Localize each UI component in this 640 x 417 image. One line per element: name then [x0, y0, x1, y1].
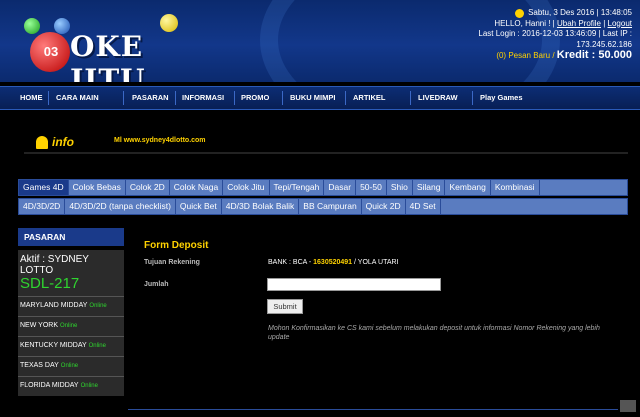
subtab-4d-3d-2d-no-checklist[interactable]: 4D/3D/2D (tanpa checklist) — [65, 199, 176, 214]
tab-silang[interactable]: Silang — [413, 180, 446, 195]
nav-cara-main[interactable]: CARA MAIN — [56, 87, 99, 109]
greeting: HELLO, Hanni ! — [494, 18, 551, 28]
logout-link[interactable]: Logout — [608, 19, 632, 28]
scroll-top-button[interactable] — [620, 400, 636, 412]
sidebar: PASARAN Aktif : SYDNEY LOTTO SDL-217 MAR… — [18, 228, 128, 417]
tab-colok-jitu[interactable]: Colok Jitu — [223, 180, 270, 195]
nav-divider — [48, 91, 49, 105]
messages-link[interactable]: (0) Pesan Baru / — [496, 51, 554, 60]
subtab-4d-set[interactable]: 4D Set — [406, 199, 441, 214]
tab-colok-bebas[interactable]: Colok Bebas — [69, 180, 126, 195]
market-name: FLORIDA MIDDAY — [20, 382, 79, 389]
bell-icon — [36, 135, 48, 149]
info-bar: info Ml www.sydney4dlotto.com — [24, 132, 628, 154]
nav-divider — [345, 91, 346, 105]
nav-divider — [410, 91, 411, 105]
page: { "brand": { "number": "03", "name": "OK… — [0, 0, 640, 417]
market-name: NEW YORK — [20, 322, 58, 329]
logo-number: 03 — [43, 44, 59, 59]
bank-info: BANK : BCA - 1630520491 / YOLA UTARI — [268, 259, 399, 266]
tab-kombinasi[interactable]: Kombinasi — [491, 180, 540, 195]
header: 03 OKE JITU Sabtu, 3 Des 2016 | 13:48:05… — [0, 0, 640, 82]
active-market: Aktif : SYDNEY LOTTO SDL-217 — [18, 250, 124, 296]
market-name: MARYLAND MIDDAY — [20, 302, 88, 309]
user-info-panel: Sabtu, 3 Des 2016 | 13:48:05 HELLO, Hann… — [478, 8, 632, 61]
subtab-bolak-balik[interactable]: 4D/3D Bolak Balik — [222, 199, 300, 214]
bank-prefix: BANK : BCA - — [268, 259, 312, 266]
sub-tabs: 4D/3D/2D 4D/3D/2D (tanpa checklist) Quic… — [18, 198, 628, 215]
jumlah-label: Jumlah — [144, 281, 169, 288]
online-badge: Online — [60, 323, 78, 329]
last-login: Last Login : 2016-12-03 13:46:09 | Last … — [478, 29, 632, 38]
current-date: Sabtu, 3 Des 2016 | 13:48:05 — [528, 8, 632, 17]
tujuan-label: Tujuan Rekening — [144, 259, 200, 266]
nav-divider — [472, 91, 473, 105]
tab-50-50[interactable]: 50-50 — [356, 180, 387, 195]
online-badge: Online — [80, 383, 98, 389]
nav-informasi[interactable]: INFORMASI — [182, 87, 224, 109]
tab-games-4d[interactable]: Games 4D — [19, 180, 69, 195]
market-item[interactable]: KENTUCKY MIDDAY Online — [18, 336, 124, 356]
nav-divider — [282, 91, 283, 105]
nav-buku-mimpi[interactable]: BUKU MIMPI — [290, 87, 335, 109]
main-nav: HOME CARA MAIN PASARAN INFORMASI PROMO B… — [0, 86, 640, 110]
nav-divider — [175, 91, 176, 105]
active-market-code: SDL-217 — [20, 275, 80, 292]
subtab-bb-campuran[interactable]: BB Campuran — [299, 199, 362, 214]
online-badge: Online — [88, 343, 106, 349]
tab-tepi-tengah[interactable]: Tepi/Tengah — [270, 180, 325, 195]
nav-livedraw[interactable]: LIVEDRAW — [418, 87, 458, 109]
credit-balance: Kredit : 50.000 — [556, 49, 632, 61]
divider — [128, 409, 618, 410]
info-label: info — [36, 135, 74, 149]
amount-input[interactable] — [267, 278, 441, 291]
sidebar-title: PASARAN — [18, 228, 124, 246]
nav-play-games[interactable]: Play Games — [480, 87, 523, 109]
nav-divider — [234, 91, 235, 105]
online-badge: Online — [89, 303, 107, 309]
nav-promo[interactable]: PROMO — [241, 87, 269, 109]
tab-shio[interactable]: Shio — [387, 180, 413, 195]
submit-button[interactable]: Submit — [267, 299, 303, 314]
nav-pasaran[interactable]: PASARAN — [132, 87, 169, 109]
smiley-icon — [515, 8, 525, 18]
subtab-quick-2d[interactable]: Quick 2D — [362, 199, 406, 214]
market-item[interactable]: MARYLAND MIDDAY Online — [18, 296, 124, 316]
nav-artikel[interactable]: ARTIKEL — [353, 87, 386, 109]
market-item[interactable]: TEXAS DAY Online — [18, 356, 124, 376]
deposit-note: Mohon Konfirmasikan ke CS kami sebelum m… — [268, 325, 600, 341]
logo[interactable]: 03 OKE JITU — [20, 10, 210, 82]
tab-dasar[interactable]: Dasar — [324, 180, 357, 195]
market-name: TEXAS DAY — [20, 362, 59, 369]
market-item[interactable]: NEW YORK Online — [18, 316, 124, 336]
blue-ball-icon — [54, 18, 70, 34]
active-market-label: Aktif : SYDNEY LOTTO — [20, 254, 89, 276]
green-ball-icon — [24, 18, 40, 34]
tab-colok-naga[interactable]: Colok Naga — [170, 180, 224, 195]
market-name: KENTUCKY MIDDAY — [20, 342, 87, 349]
subtab-4d-3d-2d[interactable]: 4D/3D/2D — [19, 199, 66, 214]
nav-home[interactable]: HOME — [20, 87, 43, 109]
nav-divider — [123, 91, 124, 105]
logo-text: OKE JITU — [70, 30, 146, 82]
online-badge: Online — [60, 363, 79, 369]
market-item[interactable]: FLORIDA MIDDAY Online — [18, 376, 124, 396]
account-number: 1630520491 — [313, 259, 353, 266]
game-tabs: Games 4D Colok Bebas Colok 2D Colok Naga… — [18, 179, 628, 196]
subtab-quick-bet[interactable]: Quick Bet — [176, 199, 222, 214]
account-name: / YOLA UTARI — [354, 259, 399, 266]
tab-colok-2d[interactable]: Colok 2D — [126, 180, 170, 195]
info-ticker: Ml www.sydney4dlotto.com — [114, 137, 206, 144]
form-title: Form Deposit — [144, 240, 209, 251]
tab-kembang[interactable]: Kembang — [445, 180, 491, 195]
info-label-text: info — [52, 135, 74, 149]
change-profile-link[interactable]: Ubah Profile — [557, 19, 601, 28]
